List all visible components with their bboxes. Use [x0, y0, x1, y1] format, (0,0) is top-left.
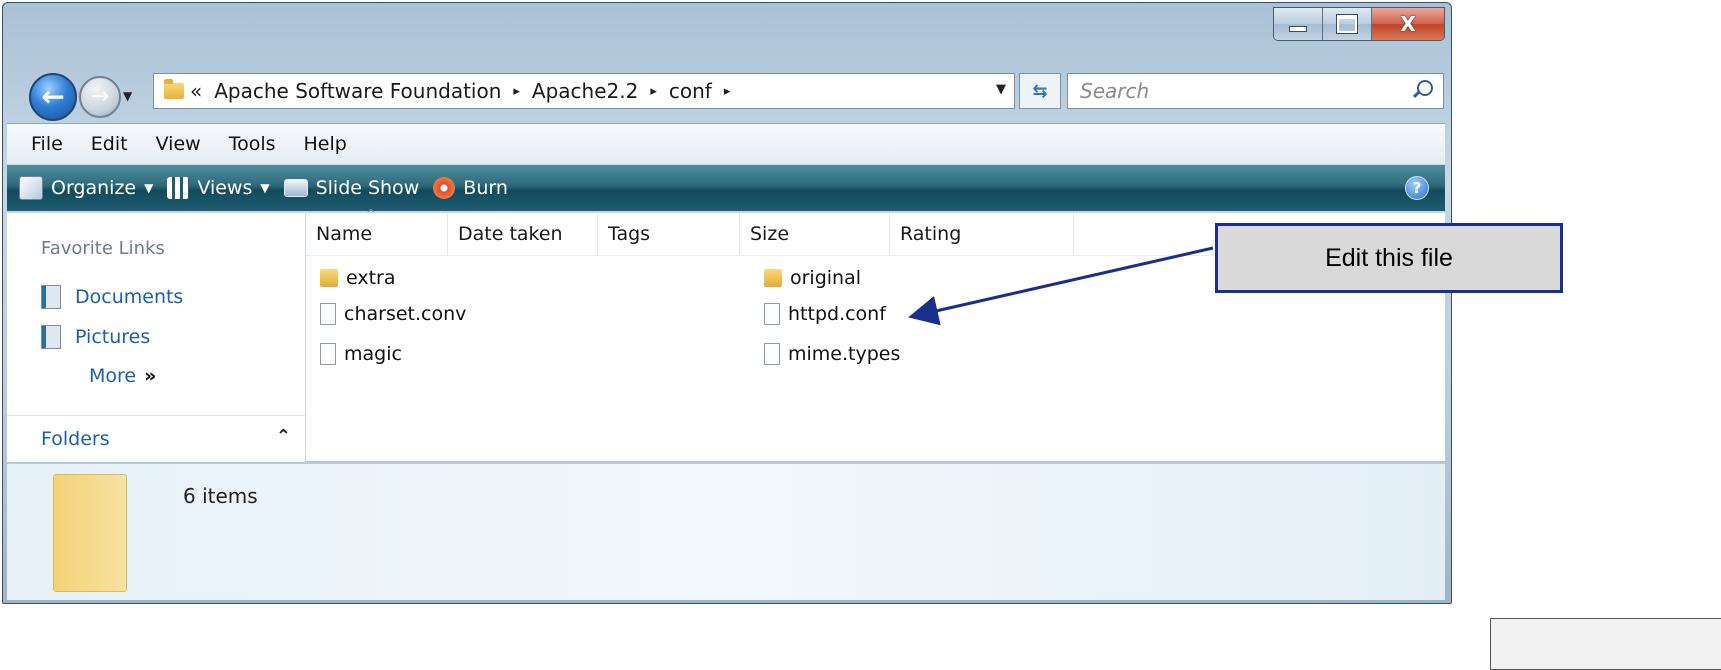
annotation-arrow	[908, 246, 1214, 326]
annotation-callout: Edit this file	[1215, 223, 1563, 293]
corner-box	[1490, 618, 1721, 670]
